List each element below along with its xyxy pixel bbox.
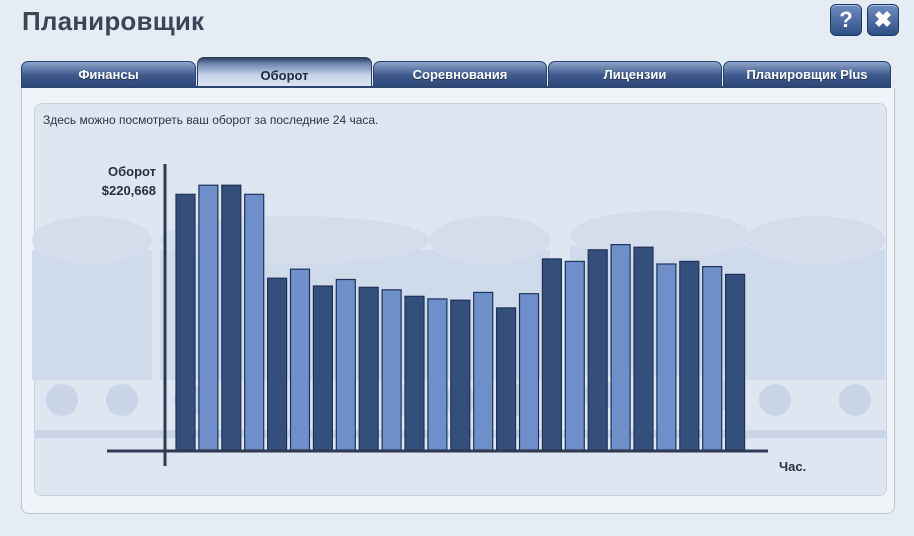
bar xyxy=(679,260,700,451)
bar xyxy=(358,286,379,451)
bar xyxy=(381,289,402,451)
y-axis-title: Оборот xyxy=(107,164,156,179)
bar xyxy=(312,285,333,451)
wheel-shape xyxy=(759,384,791,416)
bar xyxy=(404,295,425,451)
bar xyxy=(518,293,540,451)
x-axis-label: Час. xyxy=(779,459,807,474)
money-pile-shape xyxy=(430,216,550,264)
y-axis-max-value: $220,668 xyxy=(101,183,156,198)
wheel-shape xyxy=(839,384,871,416)
bar xyxy=(656,263,677,451)
bar xyxy=(221,184,242,451)
bar xyxy=(541,258,563,451)
bar xyxy=(335,278,356,451)
bar xyxy=(473,291,494,451)
wagon-shape xyxy=(745,250,885,380)
bar xyxy=(633,246,654,451)
bar xyxy=(289,268,311,451)
bar xyxy=(610,244,631,451)
bar xyxy=(496,307,517,451)
turnover-chart xyxy=(32,164,887,466)
bar xyxy=(198,184,219,451)
bar xyxy=(450,299,471,451)
y-axis-label: Оборот $220,668 xyxy=(84,162,156,200)
bar xyxy=(724,273,746,451)
bar xyxy=(267,277,288,451)
money-pile-shape xyxy=(32,216,152,264)
bar xyxy=(702,266,723,451)
wagon-shape xyxy=(32,250,152,380)
money-pile-shape xyxy=(745,216,885,264)
wheel-shape xyxy=(106,384,138,416)
wheel-shape xyxy=(46,384,78,416)
bar xyxy=(175,193,196,451)
bar xyxy=(587,249,608,451)
bar xyxy=(427,298,448,451)
bar xyxy=(564,260,585,451)
bar xyxy=(244,193,265,451)
